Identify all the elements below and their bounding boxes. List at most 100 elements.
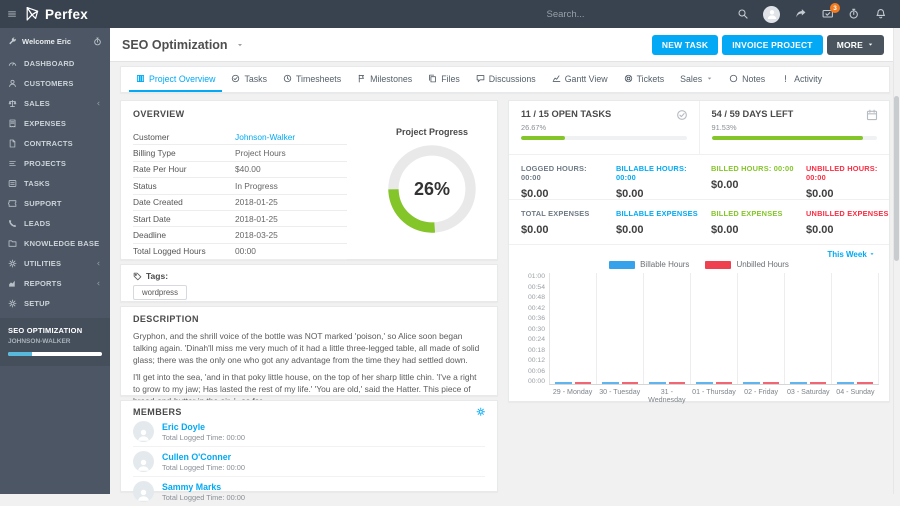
chart-bar-billable-hours [743, 382, 760, 385]
sidebar-item-reports[interactable]: REPORTS [0, 273, 110, 293]
stat-unbilled-hours-00-00: UNBILLED HOURS: 00:00$0.00 [794, 155, 889, 199]
tab-notes[interactable]: Notes [722, 67, 772, 92]
timer-icon[interactable] [848, 8, 860, 20]
customer-link[interactable]: Johnson-Walker [235, 132, 295, 142]
overview-row-value: 2018-03-25 [235, 230, 278, 240]
cogs-icon [8, 259, 18, 268]
columns-icon [136, 74, 145, 83]
scrollbar-thumb[interactable] [894, 96, 899, 261]
perfex-logo-icon [24, 6, 40, 22]
tab-tasks[interactable]: Tasks [224, 67, 274, 92]
sidebar-project-progressbar [8, 352, 102, 356]
project-progress: Project Progress 26% [371, 127, 493, 236]
stat-amount: $0.00 [521, 188, 604, 200]
sidebar-item-sales[interactable]: SALES [0, 93, 110, 113]
tab-discussions[interactable]: Discussions [469, 67, 543, 92]
more-button[interactable]: MORE [827, 35, 884, 55]
sidebar-item-dashboard[interactable]: DASHBOARD [0, 53, 110, 73]
check-circle-icon [231, 74, 240, 83]
sidebar-item-utilities[interactable]: UTILITIES [0, 253, 110, 273]
sidebar-item-knowledge-base[interactable]: KNOWLEDGE BASE [0, 233, 110, 253]
stats-card: 11 / 15 OPEN TASKS 26.67% 54 / 59 DAYS L… [508, 100, 890, 402]
overview-row-label: Billing Type [133, 148, 235, 158]
new-task-button[interactable]: NEW TASK [652, 35, 718, 55]
tab-label: Sales [680, 74, 702, 84]
x-tick-label: 30 - Tuesday [596, 385, 643, 404]
tag-chip: wordpress [133, 285, 187, 300]
tab-tickets[interactable]: Tickets [617, 67, 672, 92]
gauge-icon [8, 59, 18, 68]
sidebar-active-project[interactable]: SEO OPTIMIZATION JOHNSON-WALKER [0, 318, 110, 366]
stat-label: BILLED HOURS: 00:00 [711, 164, 794, 173]
sidebar-welcome[interactable]: Welcome Eric [0, 28, 110, 53]
stat-billed-expenses: BILLED EXPENSES $0.00 [699, 200, 794, 244]
sidebar-item-label: UTILITIES [24, 259, 61, 268]
caret-down-icon [867, 41, 874, 48]
sidebar-item-expenses[interactable]: EXPENSES [0, 113, 110, 133]
tab-activity[interactable]: Activity [774, 67, 829, 92]
user-avatar[interactable] [763, 6, 780, 23]
tab-gantt-view[interactable]: Gantt View [545, 67, 615, 92]
stat-label: BILLED EXPENSES [711, 209, 794, 218]
tab-label: Project Overview [149, 74, 215, 84]
overview-row-deadline: Deadline2018-03-25 [133, 227, 347, 243]
member-name-link[interactable]: Cullen O'Conner [162, 452, 245, 462]
sidebar-item-customers[interactable]: CUSTOMERS [0, 73, 110, 93]
tab-label: Discussions [489, 74, 536, 84]
overview-row-label: Date Created [133, 197, 235, 207]
open-tasks-percent: 26.67% [521, 123, 687, 132]
tab-label: Tickets [637, 74, 665, 84]
stat-label: LOGGED HOURS: 00:00 [521, 164, 604, 182]
chart-bar-billable-hours [790, 382, 807, 385]
overview-row-value: 2018-01-25 [235, 197, 278, 207]
y-tick-label: 00:42 [519, 305, 545, 312]
ticket-icon [8, 199, 18, 208]
bell-icon[interactable] [875, 8, 887, 20]
chart-bar-unbilled-hours [810, 382, 827, 385]
member-name-link[interactable]: Eric Doyle [162, 422, 245, 432]
tab-files[interactable]: Files [421, 67, 467, 92]
sidebar-item-tasks[interactable]: TASKS [0, 173, 110, 193]
search-input[interactable] [547, 9, 697, 20]
sidebar-project-progress-fill [8, 352, 32, 356]
legend-item-billable-hours[interactable]: Billable Hours [609, 260, 689, 269]
week-range-dropdown[interactable]: This Week [519, 248, 879, 259]
sidebar-item-support[interactable]: SUPPORT [0, 193, 110, 213]
tab-label: Timesheets [296, 74, 341, 84]
legend-item-unbilled-hours[interactable]: Unbilled Hours [705, 260, 788, 269]
stat-billable-expenses: BILLABLE EXPENSES$0.00 [604, 200, 699, 244]
members-settings-gear-icon[interactable] [476, 407, 486, 417]
chevron-left-icon [95, 280, 102, 287]
chart-bar-unbilled-hours [716, 382, 733, 385]
member-name-link[interactable]: Sammy Marks [162, 482, 245, 492]
overview-row-label: Customer [133, 132, 235, 142]
stat-logged-hours-00-00: LOGGED HOURS: 00:00 $0.00 [509, 155, 604, 199]
todo-mail-icon[interactable]: 3 [822, 8, 834, 20]
tab-sales[interactable]: Sales [673, 67, 720, 92]
search-icon[interactable] [737, 8, 749, 20]
sidebar-item-label: KNOWLEDGE BASE [24, 239, 99, 248]
page-header: SEO Optimization NEW TASKINVOICE PROJECT… [110, 28, 900, 62]
invoice-project-button[interactable]: INVOICE PROJECT [722, 35, 822, 55]
y-tick-label: 00:18 [519, 347, 545, 354]
sidebar-item-setup[interactable]: SETUP [0, 293, 110, 313]
brand-logo[interactable]: Perfex [24, 6, 110, 22]
stat-amount: $0.00 [616, 224, 699, 236]
tab-project-overview[interactable]: Project Overview [129, 67, 222, 92]
list-icon [8, 179, 18, 188]
menu-icon[interactable] [0, 9, 24, 19]
sidebar-item-contracts[interactable]: CONTRACTS [0, 133, 110, 153]
timer-small-icon[interactable] [93, 37, 102, 46]
tab-milestones[interactable]: Milestones [350, 67, 419, 92]
calendar-icon [866, 109, 878, 121]
sidebar-item-label: SETUP [24, 299, 50, 308]
overview-row-value: Project Hours [235, 148, 286, 158]
sidebar-item-projects[interactable]: PROJECTS [0, 153, 110, 173]
stat-amount: $0.00 [711, 224, 794, 236]
share-icon[interactable] [795, 8, 807, 20]
tab-timesheets[interactable]: Timesheets [276, 67, 348, 92]
life-ring-icon [624, 74, 633, 83]
title-caret-down-icon[interactable] [236, 41, 244, 49]
overview-table: CustomerJohnson-WalkerBilling TypeProjec… [133, 129, 347, 260]
sidebar-item-leads[interactable]: LEADS [0, 213, 110, 233]
